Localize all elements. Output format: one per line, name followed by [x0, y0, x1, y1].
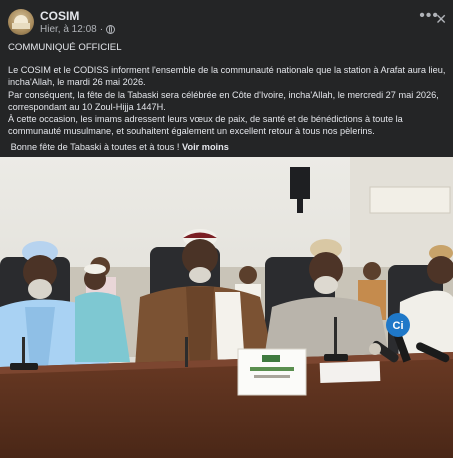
facebook-post: COSIM Hier, à 12:08 · ••• ✕ COMMUNIQUÉ O…	[0, 0, 453, 458]
page-name-link[interactable]: COSIM	[40, 9, 79, 23]
post-meta: Hier, à 12:08 ·	[40, 24, 116, 35]
post-paragraph-2: Par conséquent, la fête de la Tabaski se…	[8, 89, 439, 112]
name-card	[237, 348, 307, 396]
post-paragraph-1: Le COSIM et le CODISS informent l'ensemb…	[8, 65, 446, 88]
close-icon[interactable]: ✕	[435, 12, 447, 26]
see-less-link[interactable]: Voir moins	[182, 142, 229, 152]
post-photo[interactable]: Ci	[0, 157, 453, 458]
avatar-dome-shape	[14, 15, 28, 23]
page-avatar[interactable]	[8, 9, 34, 35]
mic-logo-text: Ci	[393, 320, 404, 332]
meta-separator: ·	[99, 24, 104, 35]
post-closing: Bonne fête de Tabaski à toutes et à tous…	[10, 142, 180, 153]
post-closing-line: Bonne fête de Tabaski à toutes et à tous…	[8, 141, 448, 153]
post-paragraph-3: À cette occasion, les imams adressent le…	[8, 114, 403, 137]
avatar-base-shape	[12, 23, 30, 29]
photo-image: Ci	[0, 157, 453, 458]
post-header: COSIM Hier, à 12:08 · ••• ✕	[0, 0, 453, 40]
post-heading: COMMUNIQUÉ OFFICIEL	[8, 42, 122, 53]
globe-icon	[106, 25, 116, 34]
post-text: COMMUNIQUÉ OFFICIEL Le COSIM et le CODIS…	[8, 42, 448, 154]
post-timestamp[interactable]: Hier, à 12:08	[40, 24, 97, 35]
